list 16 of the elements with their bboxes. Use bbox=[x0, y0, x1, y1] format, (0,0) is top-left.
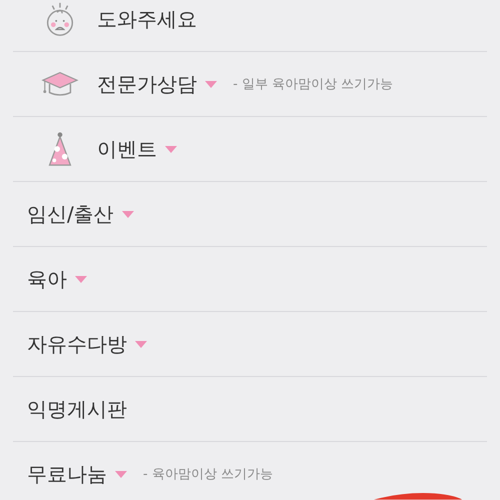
note-text: - 육아맘이상 쓰기가능 bbox=[143, 466, 273, 483]
menu-item[interactable]: 익명게시판 bbox=[27, 396, 127, 422]
note-text: - 일부 육아맘이상 쓰기가능 bbox=[233, 76, 394, 93]
caret-icon[interactable] bbox=[165, 146, 177, 152]
menu-item[interactable]: 무료나눔 bbox=[27, 460, 107, 488]
caret-icon[interactable] bbox=[115, 470, 127, 478]
caret-icon[interactable] bbox=[205, 80, 217, 88]
caret-icon[interactable] bbox=[122, 210, 134, 218]
caret-icon[interactable] bbox=[75, 276, 87, 282]
menu-item[interactable]: 이벤트 bbox=[97, 136, 157, 162]
menu-item[interactable]: 도와주세요 bbox=[97, 6, 197, 32]
menu-item[interactable]: 전문가상담 bbox=[97, 70, 197, 98]
caret-icon[interactable] bbox=[135, 340, 147, 348]
menu-item[interactable]: 육아 bbox=[27, 266, 67, 292]
menu-item[interactable]: 자유수다방 bbox=[27, 330, 127, 358]
menu-item[interactable]: 임신/출산 bbox=[27, 200, 114, 228]
